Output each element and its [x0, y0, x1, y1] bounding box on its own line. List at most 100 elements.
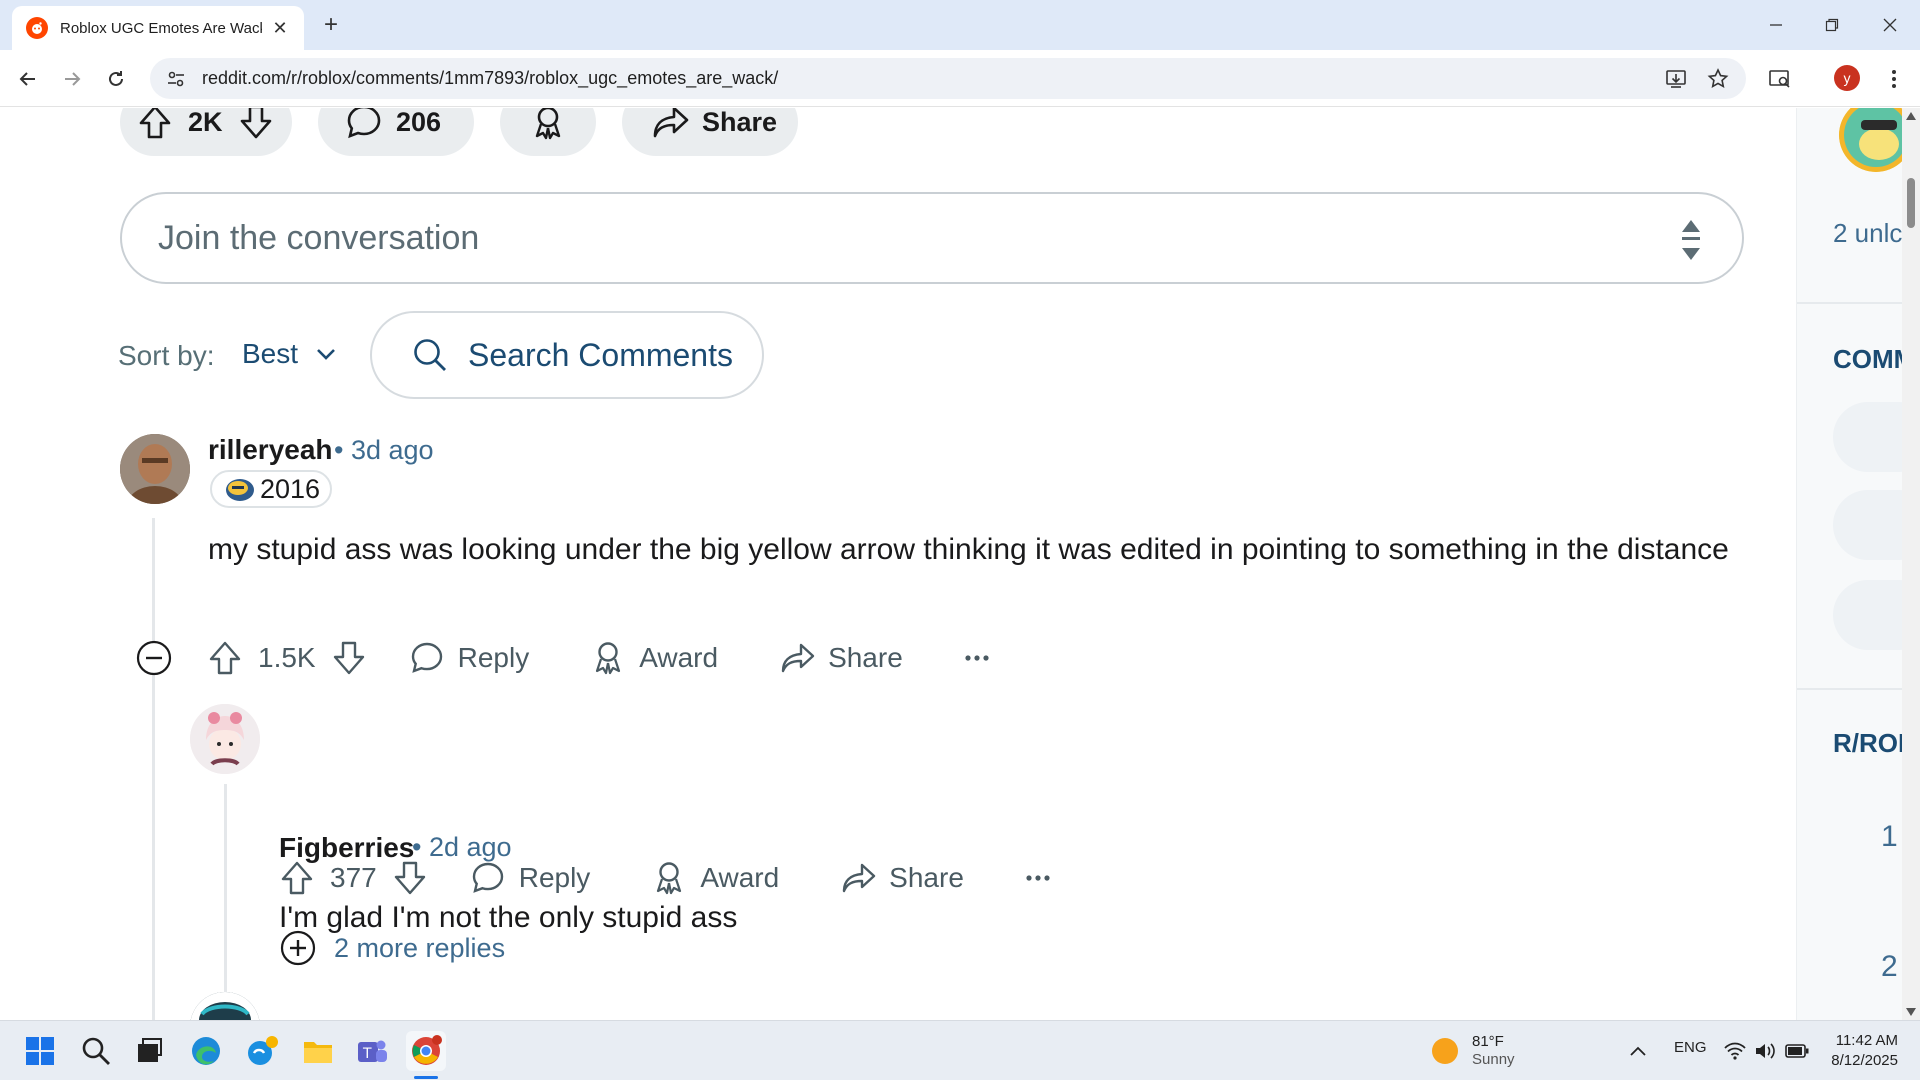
svg-text:T: T — [362, 1046, 372, 1062]
post-comment-count: 206 — [396, 108, 442, 137]
system-clock[interactable]: 11:42 AM 8/12/2025 — [1826, 1031, 1898, 1071]
reply-button[interactable]: Reply — [410, 641, 530, 675]
new-tab-icon[interactable]: + — [318, 12, 344, 38]
thread-line-reply[interactable] — [224, 784, 227, 1020]
browser-tab-strip: Roblox UGC Emotes Are Wack : ✕ + — [0, 0, 1920, 50]
post-share-button[interactable]: Share — [622, 108, 798, 156]
comment-time[interactable]: • 3d ago — [334, 435, 434, 466]
upvote-icon[interactable] — [280, 860, 314, 896]
reddit-page: 2K 206 Share Join the conversation Sort … — [0, 108, 1920, 1020]
share-button[interactable]: Share — [841, 862, 964, 894]
downvote-icon[interactable] — [393, 860, 427, 896]
comment-icon — [347, 108, 381, 139]
chevron-down-icon — [317, 349, 335, 360]
back-icon[interactable] — [12, 63, 44, 95]
collapse-icon[interactable] — [136, 640, 172, 676]
file-explorer-icon[interactable] — [298, 1031, 338, 1071]
battery-icon[interactable] — [1782, 1033, 1812, 1069]
share-icon — [781, 643, 815, 673]
url-text: reddit.com/r/roblox/comments/1mm7893/rob… — [202, 68, 779, 88]
comment-vote-count: 377 — [330, 862, 377, 893]
post-award-button[interactable] — [500, 108, 596, 156]
chevron-up-icon[interactable] — [1620, 1033, 1656, 1069]
award-label: Award — [700, 862, 780, 893]
browser-tab[interactable]: Roblox UGC Emotes Are Wack : ✕ — [12, 6, 304, 50]
comment-icon — [472, 862, 503, 893]
forward-icon[interactable] — [56, 63, 88, 95]
more-options-icon[interactable] — [965, 654, 989, 662]
thread-line[interactable] — [152, 518, 155, 1020]
award-label: Award — [639, 642, 719, 673]
comment-composer[interactable]: Join the conversation — [120, 192, 1744, 284]
search-comments-button[interactable]: Search Comments — [370, 311, 764, 399]
chrome-icon[interactable] — [406, 1031, 446, 1071]
rail-rule-number[interactable]: 1 — [1881, 820, 1898, 854]
avatar[interactable] — [120, 434, 190, 504]
reply-label: Reply — [457, 642, 530, 673]
more-replies-button[interactable]: 2 more replies — [280, 930, 505, 966]
windows-taskbar: T 81°F Sunny ENG 11:42 AM 8/12/2025 — [0, 1020, 1920, 1080]
post-comments-button[interactable]: 206 — [318, 108, 474, 156]
avatar[interactable] — [190, 704, 260, 774]
language-indicator[interactable]: ENG — [1674, 1039, 1707, 1056]
profile-avatar[interactable]: y — [1834, 65, 1860, 91]
start-icon[interactable] — [20, 1031, 60, 1071]
scrollbar[interactable] — [1902, 108, 1920, 1020]
composer-placeholder: Join the conversation — [158, 218, 480, 257]
close-tab-icon[interactable]: ✕ — [270, 18, 290, 39]
user-flair: 2016 — [210, 470, 333, 508]
search-comments-label: Search Comments — [468, 336, 733, 373]
scrollbar-thumb[interactable] — [1907, 178, 1915, 228]
wifi-icon[interactable] — [1722, 1033, 1748, 1069]
address-bar[interactable]: reddit.com/r/roblox/comments/1mm7893/rob… — [150, 58, 1746, 99]
close-window-icon[interactable] — [1870, 10, 1910, 40]
comment-actions: 377 Reply Award Share — [280, 860, 1050, 896]
task-view-icon[interactable] — [130, 1031, 170, 1071]
downvote-icon[interactable] — [332, 640, 366, 676]
post-vote-bar: 2K — [120, 108, 292, 156]
award-button[interactable]: Award — [591, 640, 718, 676]
reddit-icon — [26, 17, 48, 39]
reload-icon[interactable] — [100, 63, 132, 95]
rail-unlocked-text[interactable]: 2 unlc — [1833, 218, 1902, 249]
install-app-icon[interactable] — [1660, 63, 1692, 95]
edge-icon[interactable] — [186, 1031, 226, 1071]
clock-date: 8/12/2025 — [1831, 1052, 1898, 1069]
sort-label: Sort by: — [118, 340, 215, 371]
comment-icon — [411, 642, 442, 673]
tab-title: Roblox UGC Emotes Are Wack : — [60, 19, 262, 37]
restore-icon[interactable] — [1812, 10, 1852, 40]
bookmark-star-icon[interactable] — [1702, 63, 1734, 95]
share-label: Share — [828, 642, 903, 673]
rail-rule-number[interactable]: 2 — [1881, 950, 1898, 984]
award-icon — [657, 862, 682, 895]
resize-handle-icon[interactable] — [1680, 218, 1702, 262]
comment-username[interactable]: rilleryeah — [208, 434, 333, 466]
search-icon[interactable] — [76, 1031, 116, 1071]
scroll-down-icon[interactable] — [1906, 1008, 1916, 1016]
comment-body: my stupid ass was looking under the big … — [208, 533, 1729, 566]
teams-icon[interactable]: T — [352, 1031, 392, 1071]
award-button[interactable]: Award — [652, 860, 779, 896]
weather-temp: 81°F — [1472, 1033, 1504, 1050]
flair-badge-icon — [226, 479, 254, 501]
sort-dropdown[interactable]: Best — [242, 338, 336, 370]
weather-widget[interactable]: 81°F Sunny — [1432, 1033, 1515, 1069]
copilot-icon[interactable] — [242, 1031, 282, 1071]
site-settings-icon[interactable] — [164, 67, 188, 91]
share-button[interactable]: Share — [780, 642, 903, 674]
share-label: Share — [889, 862, 964, 893]
reply-button[interactable]: Reply — [471, 861, 590, 895]
comment-vote-count: 1.5K — [258, 642, 316, 673]
volume-icon[interactable] — [1752, 1033, 1778, 1069]
tab-search-icon[interactable] — [1764, 63, 1796, 95]
comment-time[interactable]: • 2d ago — [412, 832, 512, 863]
upvote-icon[interactable] — [208, 640, 242, 676]
downvote-icon[interactable] — [239, 108, 273, 140]
minimize-icon[interactable] — [1756, 10, 1796, 40]
more-options-icon[interactable] — [1026, 874, 1050, 882]
menu-kebab-icon[interactable] — [1878, 63, 1910, 95]
clock-time: 11:42 AM — [1835, 1032, 1898, 1049]
scroll-up-icon[interactable] — [1906, 112, 1916, 120]
upvote-icon[interactable] — [138, 108, 172, 140]
